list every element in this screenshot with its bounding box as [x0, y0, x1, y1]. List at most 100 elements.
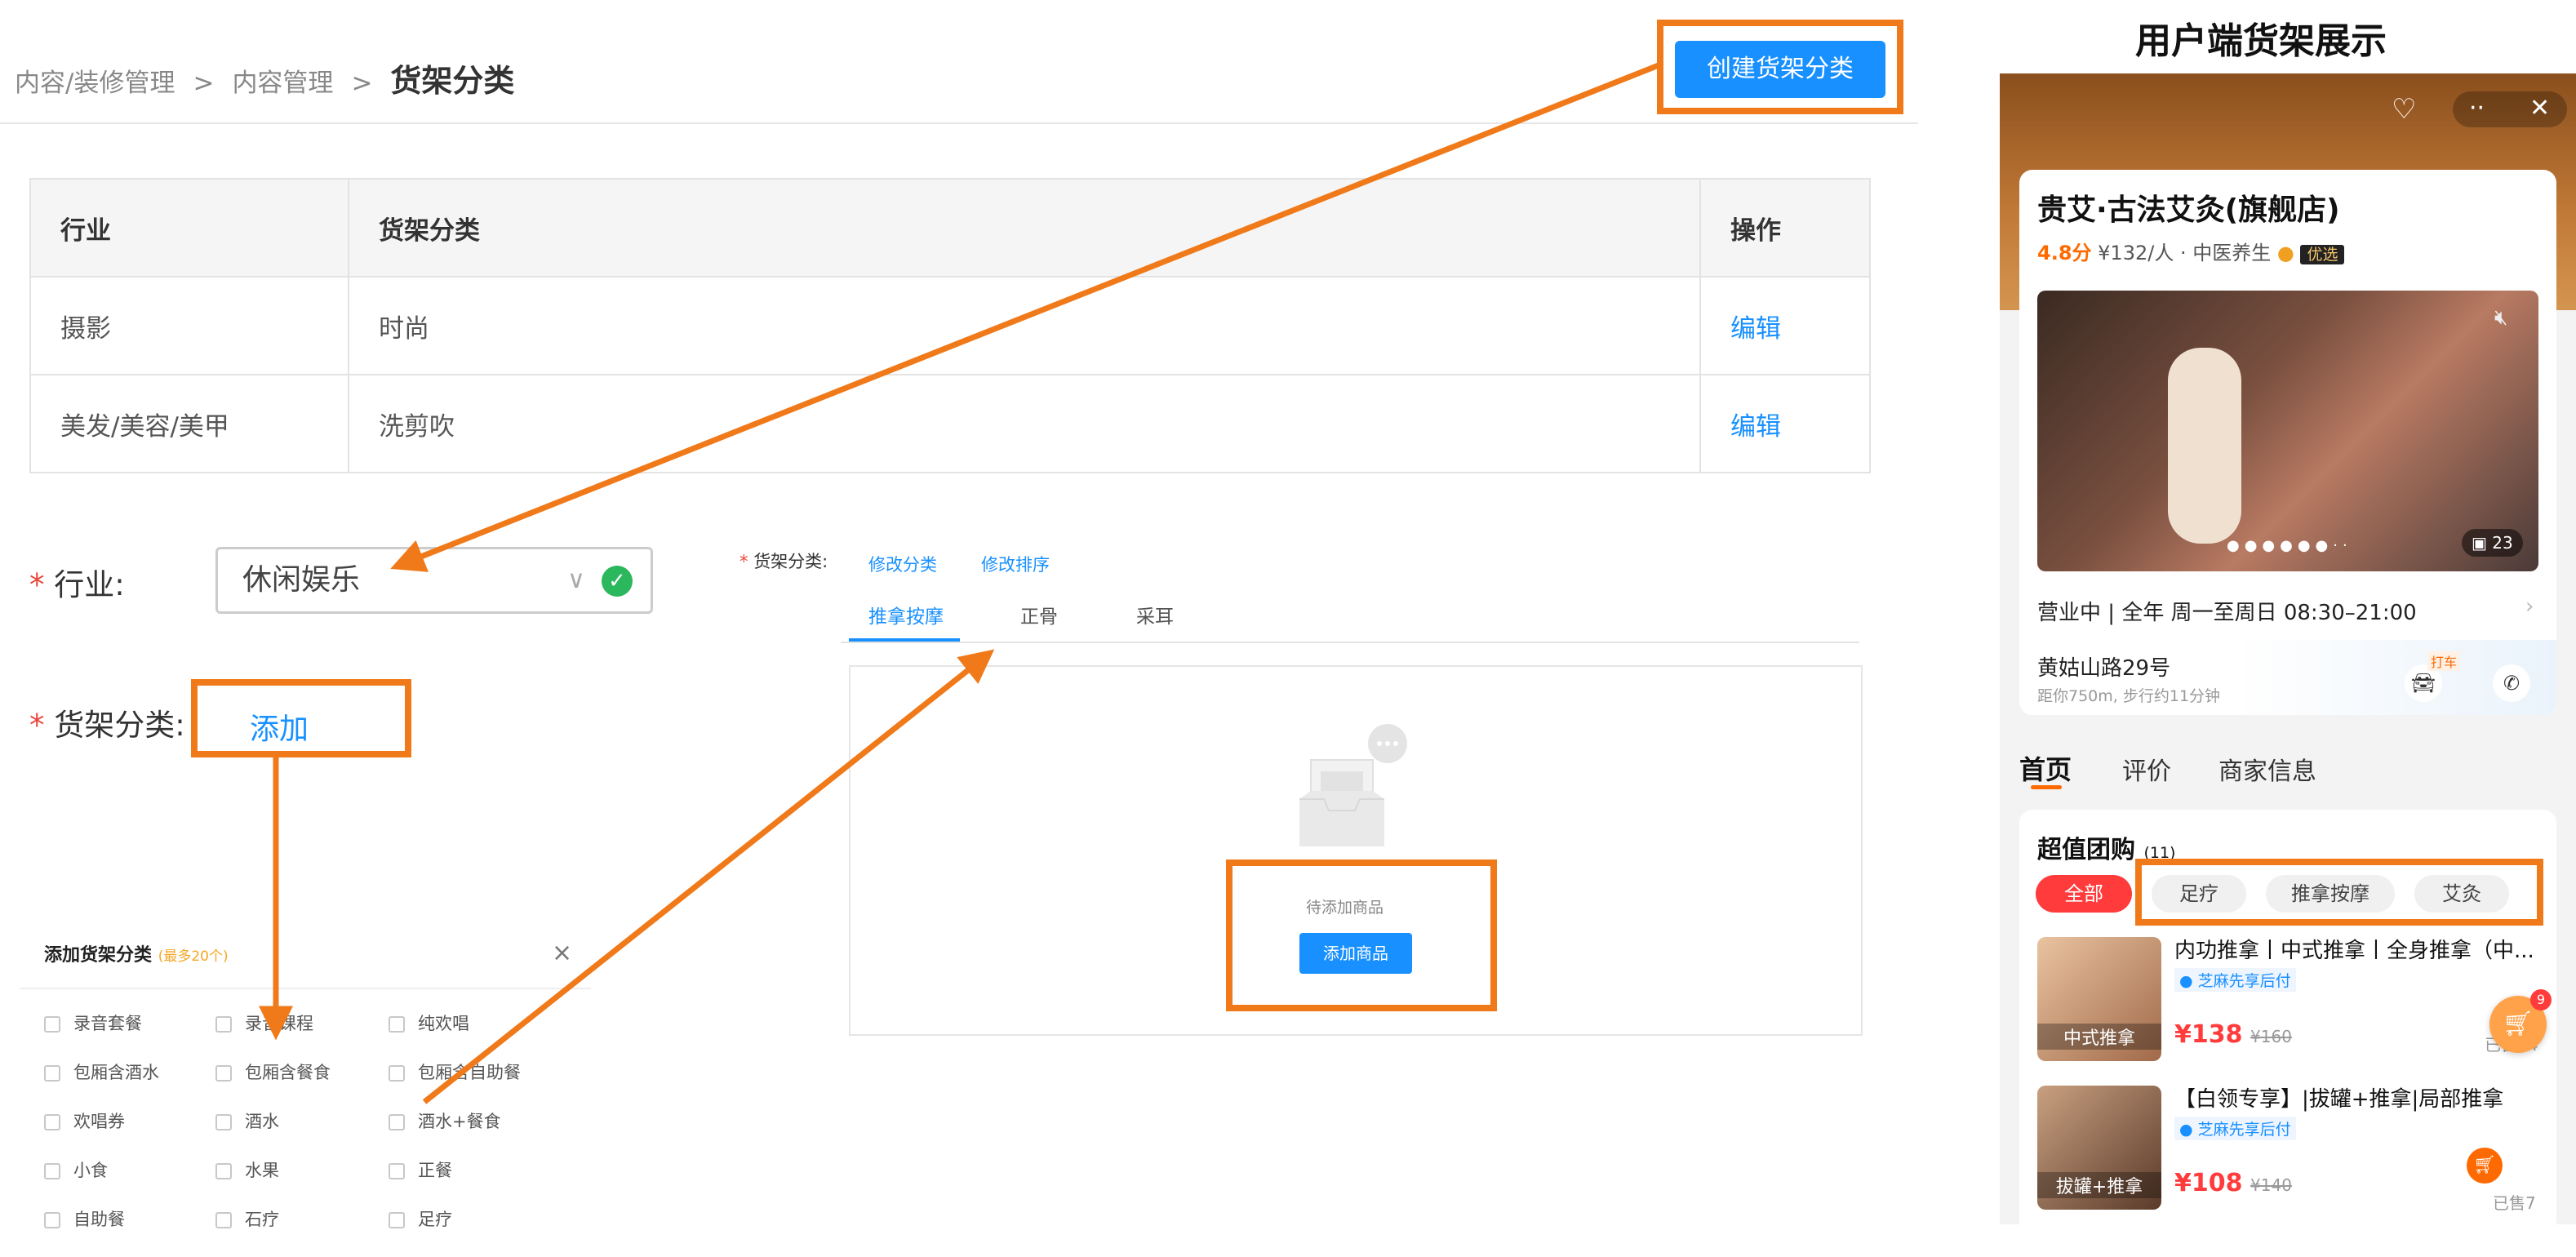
checkbox[interactable] [215, 1065, 232, 1082]
option-label: 包厢含餐食 [245, 1063, 331, 1082]
category-option[interactable]: 包厢含餐食 [215, 1059, 331, 1084]
sold-count: 已售7 [2493, 1193, 2536, 1213]
deal-image-label: 拔罐+推拿 [2037, 1172, 2161, 1198]
store-photo[interactable]: 🔇︎ ●●●●●●·· ▣ 23 [2037, 291, 2538, 571]
tab-merchant-info[interactable]: 商家信息 [2218, 751, 2316, 787]
checkbox[interactable] [215, 1016, 232, 1033]
dialog-hint: (最多20个) [158, 948, 229, 965]
category-option[interactable]: 正餐 [389, 1157, 452, 1182]
required-mark: * [739, 552, 748, 571]
category-option[interactable]: 足疗 [389, 1206, 452, 1231]
option-label: 录音套餐 [73, 1014, 142, 1033]
checkbox[interactable] [215, 1114, 232, 1130]
deal-title: 【白领专享】|拔罐+推拿|局部推拿 [2174, 1087, 2504, 1112]
tab-reviews[interactable]: 评价 [2122, 751, 2171, 787]
image-icon: ▣ [2472, 533, 2487, 553]
tab-home[interactable]: 首页 [2019, 749, 2072, 787]
checkbox[interactable] [44, 1163, 60, 1179]
cell-category: 时尚 [348, 276, 1701, 375]
checkbox[interactable] [389, 1212, 405, 1228]
preferred-badge: 优选 [2300, 245, 2345, 264]
tab-ear-cleaning[interactable]: 采耳 [1136, 601, 1174, 628]
category-option[interactable]: 录音课程 [215, 1010, 313, 1035]
option-label: 纯欢唱 [418, 1014, 469, 1033]
dialog-title: 添加货架分类 (最多20个) [44, 940, 229, 966]
shelf-category-table: 行业 货架分类 操作 摄影 时尚 编辑 美发/美容/美甲 洗剪吹 编辑 [29, 178, 1871, 473]
option-label: 欢唱券 [73, 1112, 125, 1131]
checkbox[interactable] [389, 1114, 405, 1130]
breadcrumb-content-decoration[interactable]: 内容/装修管理 [15, 62, 175, 99]
checkbox[interactable] [44, 1114, 60, 1130]
breadcrumb-content-management[interactable]: 内容管理 [232, 62, 333, 99]
category-option[interactable]: 酒水+餐食 [389, 1108, 501, 1133]
category-option[interactable]: 自助餐 [44, 1206, 125, 1231]
category-option[interactable]: 纯欢唱 [389, 1010, 469, 1035]
close-icon[interactable]: ✕ [2529, 91, 2550, 126]
preview-heading: 用户端货架展示 [2135, 20, 2387, 62]
industry-label: * 行业: [29, 560, 125, 604]
create-shelf-category-button[interactable]: 创建货架分类 [1675, 41, 1885, 98]
open-status: 营业中 [2037, 601, 2102, 625]
rating: 4.8分 [2037, 242, 2092, 264]
edit-category-link[interactable]: 修改分类 [868, 552, 937, 576]
category-option[interactable]: 欢唱券 [44, 1108, 125, 1133]
checkbox[interactable] [215, 1212, 232, 1228]
category-option[interactable]: 包厢含酒水 [44, 1059, 159, 1084]
category-option[interactable]: 录音套餐 [44, 1010, 142, 1035]
active-tab-indicator [2031, 785, 2062, 789]
favorite-icon[interactable]: ♡ [2392, 93, 2441, 126]
moxa-stick-image [2168, 348, 2241, 544]
mute-icon[interactable]: 🔇︎ [2494, 305, 2507, 331]
checkbox[interactable] [44, 1212, 60, 1228]
industry-select[interactable]: 休闲娱乐 ∨ ✓ [215, 547, 653, 614]
filter-all[interactable]: 全部 [2036, 875, 2132, 913]
checkbox[interactable] [44, 1016, 60, 1033]
category-option[interactable]: 酒水 [215, 1108, 279, 1133]
deal-item[interactable]: 拔罐+推拿 【白领专享】|拔罐+推拿|局部推拿 ● 芝麻先享后付 ¥108 ¥1… [2019, 1077, 2556, 1218]
tab-massage[interactable]: 推拿按摩 [868, 601, 944, 628]
category-option[interactable]: 小食 [44, 1157, 108, 1182]
phone-icon[interactable]: ✆ [2493, 664, 2530, 702]
edit-link[interactable]: 编辑 [1699, 276, 1871, 375]
category-option[interactable]: 水果 [215, 1157, 279, 1182]
close-icon[interactable]: × [552, 939, 572, 967]
add-product-button[interactable]: 添加商品 [1299, 933, 1412, 974]
price-per-person: ¥132/人 · 中医养生 [2098, 242, 2272, 264]
industry-select-value: 休闲娱乐 [242, 563, 361, 597]
checkbox[interactable] [44, 1065, 60, 1082]
more-icon[interactable]: ·· [2469, 91, 2485, 126]
tab-bone-setting[interactable]: 正骨 [1020, 601, 1058, 628]
category-option[interactable]: 石疗 [215, 1206, 279, 1231]
filter-highlight [2135, 859, 2543, 926]
business-hours[interactable]: 营业中 | 全年 周一至周日 08:30–21:00 [2037, 596, 2417, 626]
checkbox[interactable] [215, 1163, 232, 1179]
cart-badge: 9 [2530, 989, 2552, 1010]
floating-cart-button[interactable]: 🛒︎ 9 [2489, 989, 2552, 1053]
add-category-link[interactable]: 添加 [250, 705, 309, 748]
distance: 距你750m, 步行约11分钟 [2037, 687, 2221, 705]
breadcrumb-separator: > [193, 69, 215, 98]
required-mark: * [29, 567, 45, 602]
option-label: 酒水+餐食 [418, 1112, 501, 1131]
cart-icon[interactable]: 🛒︎ [2467, 1148, 2503, 1184]
chevron-right-icon: › [2525, 594, 2534, 619]
edit-link[interactable]: 编辑 [1699, 374, 1871, 473]
checkbox[interactable] [389, 1163, 405, 1179]
current-price: ¥138 [2174, 1020, 2243, 1049]
category-option[interactable]: 包厢含自助餐 [389, 1059, 521, 1084]
edit-order-link[interactable]: 修改排序 [981, 552, 1050, 576]
option-label: 石疗 [245, 1210, 279, 1229]
breadcrumb: 内容/装修管理 > 内容管理 > 货架分类 [15, 56, 514, 100]
credit-pay-tag: ● 芝麻先享后付 [2174, 968, 2296, 992]
cell-industry: 摄影 [29, 276, 349, 375]
mobile-preview: ♡ ·· ✕ 贵艾·古法艾灸(旗舰店) 4.8分 ¥132/人 · 中医养生 ●… [2000, 73, 2576, 1224]
checkbox[interactable] [389, 1065, 405, 1082]
option-label: 正餐 [418, 1161, 452, 1180]
original-price: ¥140 [2250, 1175, 2292, 1195]
photo-count[interactable]: ▣ 23 [2462, 529, 2523, 557]
checkbox[interactable] [389, 1016, 405, 1033]
option-label: 酒水 [245, 1112, 279, 1131]
taxi-tag: 打车 [2427, 651, 2461, 671]
address-row[interactable]: 黄姑山路29号 距你750m, 步行约11分钟 🚘︎ 打车 ✆ [2019, 640, 2556, 715]
deal-item[interactable]: 中式推拿 内功推拿丨中式推拿丨全身推拿（中... ● 芝麻先享后付 ¥138 ¥… [2019, 929, 2556, 1069]
